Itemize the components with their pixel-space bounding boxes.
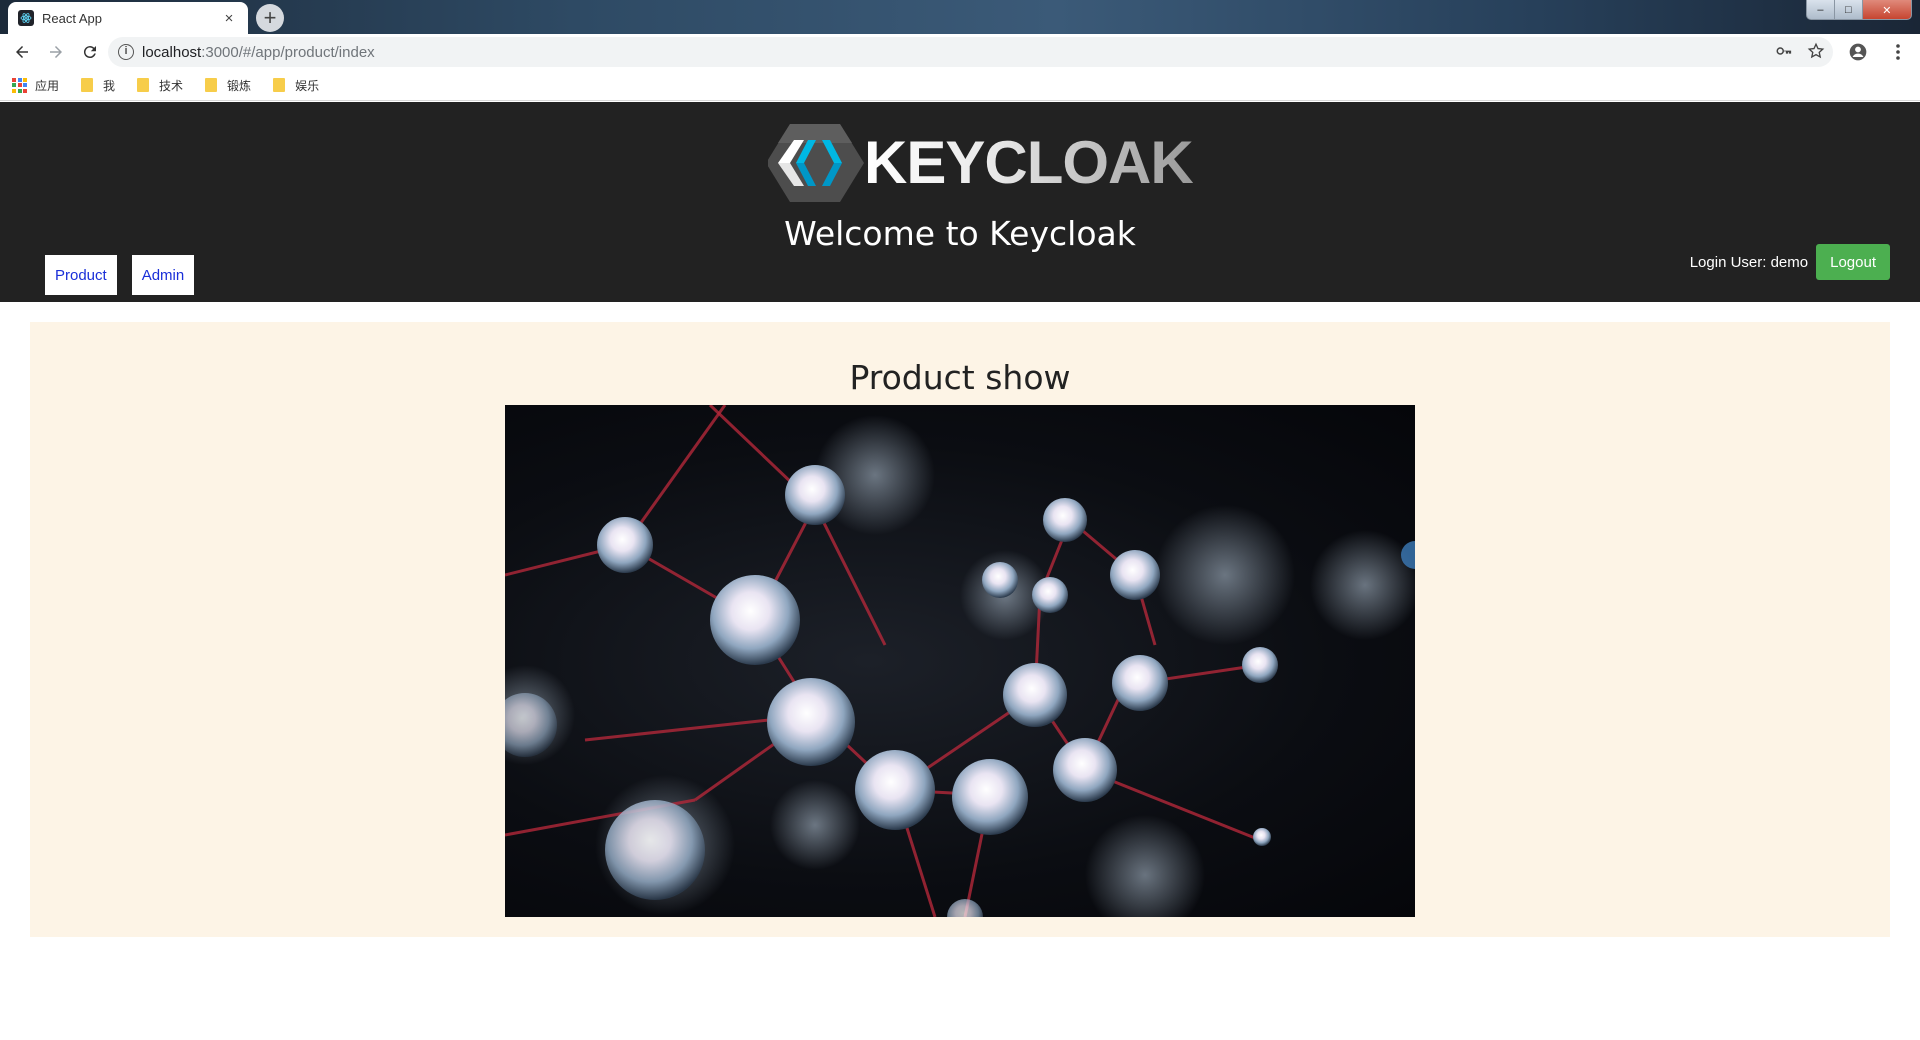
bookmark-folder[interactable]: 锻炼 [201, 77, 251, 94]
react-favicon-icon [18, 10, 34, 26]
welcome-heading: Welcome to Keycloak [784, 214, 1136, 253]
url-path: :3000/#/app/product/index [201, 43, 375, 61]
browser-tab[interactable]: React App × [8, 2, 248, 34]
keycloak-logo: KEYCLOAK [768, 122, 1194, 204]
reload-icon [83, 46, 96, 59]
app-header: KEYCLOAK Welcome to Keycloak Product Adm… [0, 102, 1920, 302]
close-tab-icon[interactable]: × [220, 10, 238, 27]
address-bar[interactable]: i localhost:3000/#/app/product/index [108, 37, 1833, 67]
product-title: Product show [849, 358, 1071, 397]
account-icon[interactable] [1842, 36, 1874, 68]
reload-button[interactable] [74, 36, 106, 68]
bookmark-label: 锻炼 [227, 78, 252, 93]
forward-button[interactable] [40, 36, 72, 68]
logo-text: KEYCLOAK [864, 129, 1194, 196]
bookmark-label: 我 [103, 78, 116, 93]
arrow-left-icon [16, 46, 28, 58]
login-user-label: Login User: demo [1689, 253, 1809, 271]
new-tab-button[interactable]: + [256, 4, 284, 32]
maximize-button[interactable]: □ [1833, 0, 1862, 19]
key-icon[interactable] [1775, 42, 1793, 65]
tab-title: React App [42, 10, 102, 26]
browser-toolbar: i localhost:3000/#/app/product/index [0, 34, 1920, 70]
product-image [505, 405, 1415, 917]
folder-icon [273, 78, 286, 92]
bookmark-folder[interactable]: 娱乐 [269, 77, 319, 94]
bookmark-folder[interactable]: 技术 [133, 77, 183, 94]
bookmark-apps[interactable]: 应用 [12, 77, 59, 94]
bookmarks-bar: 应用 我 技术 锻炼 娱乐 [0, 70, 1920, 101]
nav-product-link[interactable]: Product [45, 255, 117, 295]
logout-button[interactable]: Logout [1816, 244, 1890, 280]
close-window-button[interactable]: ✕ [1861, 0, 1911, 19]
bookmark-label: 应用 [35, 78, 60, 93]
folder-icon [81, 78, 94, 92]
product-panel: Product show [30, 322, 1890, 937]
molecular-network-image-svg [505, 405, 1415, 917]
bookmark-label: 技术 [159, 78, 184, 93]
bookmark-folder[interactable]: 我 [77, 77, 115, 94]
arrow-right-icon [50, 46, 62, 58]
user-box: Login User: demo Logout [1690, 244, 1890, 280]
back-button[interactable] [6, 36, 38, 68]
folder-icon [205, 78, 218, 92]
bookmark-label: 娱乐 [295, 78, 320, 93]
nav-admin-link[interactable]: Admin [131, 255, 195, 295]
url-host: localhost [142, 43, 202, 61]
star-icon[interactable] [1807, 42, 1825, 65]
browser-titlebar: React App × + – □ ✕ [0, 0, 1920, 34]
apps-grid-icon [12, 77, 27, 93]
keycloak-hexagon-icon [768, 124, 864, 202]
folder-icon [137, 78, 150, 92]
app-nav: Product Admin [45, 255, 195, 295]
info-icon[interactable]: i [118, 44, 134, 60]
minimize-button[interactable]: – [1807, 0, 1834, 19]
window-controls: – □ ✕ [1806, 0, 1912, 20]
menu-kebab-icon[interactable] [1882, 36, 1914, 68]
